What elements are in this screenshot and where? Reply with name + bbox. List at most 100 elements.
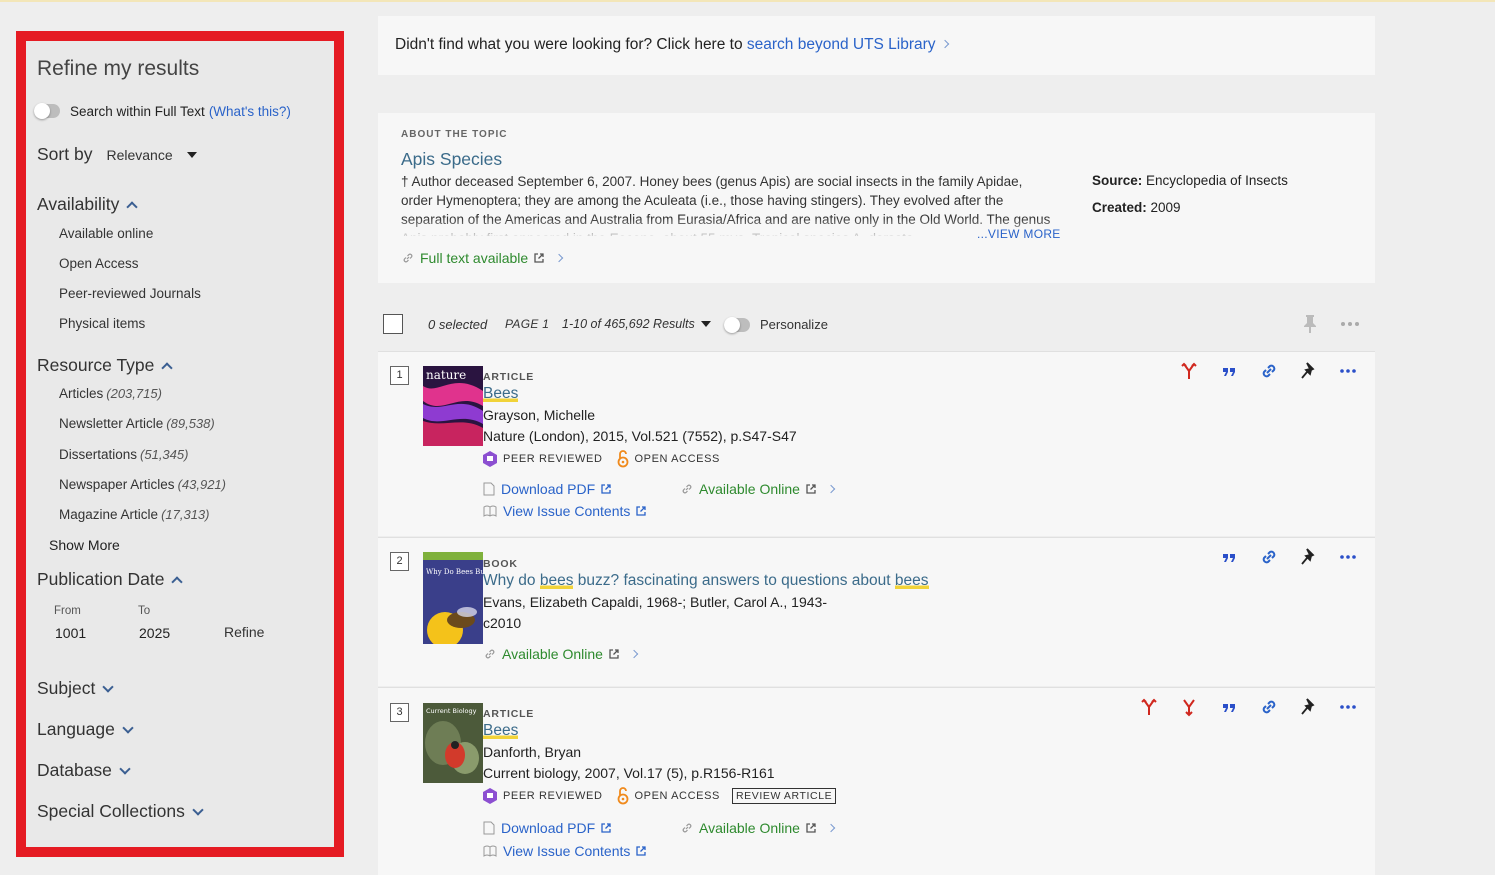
refine-button[interactable]: Refine (224, 624, 264, 640)
cover-image[interactable]: Why Do Bees Buzz? (423, 552, 483, 644)
more-options-icon[interactable] (1341, 321, 1359, 327)
facet-item-articles[interactable]: Articles (203,715) (59, 386, 162, 401)
topic-full-text-link[interactable]: Full text available (402, 250, 564, 266)
external-link-icon (806, 823, 816, 833)
chevron-down-icon (192, 803, 204, 816)
search-beyond-link[interactable]: search beyond UTS Library (747, 36, 936, 53)
sort-by-value[interactable]: Relevance (106, 147, 172, 163)
result-number: 1 (390, 366, 409, 385)
facet-item-peer-reviewed[interactable]: Peer-reviewed Journals (59, 286, 201, 301)
link-icon (682, 484, 692, 494)
search-beyond-banner: Didn't find what you were looking for? C… (378, 16, 1375, 75)
fulltext-toggle[interactable] (34, 103, 60, 119)
citation-trail-icon[interactable] (1179, 361, 1199, 381)
cited-by-icon[interactable] (1179, 697, 1199, 717)
external-link-icon (534, 253, 544, 263)
facet-language[interactable]: Language (37, 719, 134, 740)
pin-icon[interactable] (1303, 314, 1317, 334)
peer-reviewed-label: PEER REVIEWED (503, 790, 603, 802)
book-icon (483, 845, 497, 857)
select-all-checkbox[interactable] (383, 314, 403, 334)
external-link-icon (601, 484, 611, 494)
facet-item-newspaper-articles[interactable]: Newspaper Articles (43,921) (59, 477, 226, 492)
whats-this-link[interactable]: (What's this?) (209, 104, 291, 119)
result-source: Nature (London), 2015, Vol.521 (7552), p… (483, 428, 797, 444)
result-number: 2 (390, 552, 409, 571)
show-more-button[interactable]: Show More (49, 537, 120, 553)
available-online-link[interactable]: Available Online (681, 820, 836, 836)
peer-reviewed-icon (483, 788, 497, 804)
topic-title[interactable]: Apis Species (401, 149, 502, 170)
facet-publication-date[interactable]: Publication Date (37, 569, 184, 590)
cover-image[interactable]: Current Biology (423, 703, 483, 783)
svg-text:nature: nature (426, 368, 466, 382)
facet-special-collections[interactable]: Special Collections (37, 801, 204, 822)
more-options-icon[interactable] (1338, 697, 1358, 717)
facet-resource-type[interactable]: Resource Type (37, 355, 174, 376)
available-online-link[interactable]: Available Online (484, 646, 639, 662)
permalink-icon[interactable] (1259, 547, 1279, 567)
citation-trail-icon[interactable] (1139, 697, 1159, 717)
permalink-icon[interactable] (1259, 361, 1279, 381)
fulltext-toggle-row[interactable]: Search within Full Text (What's this?) (34, 101, 291, 121)
result-title[interactable]: Bees (483, 385, 519, 403)
personalize-toggle-row[interactable]: Personalize (724, 316, 828, 333)
date-to-input[interactable]: 2025 (139, 625, 170, 641)
topic-created: Created: 2009 (1092, 200, 1181, 215)
view-more-link[interactable]: ...VIEW MORE (977, 227, 1061, 241)
search-beyond-text: Didn't find what you were looking for? C… (395, 36, 747, 53)
facet-item-physical-items[interactable]: Physical items (59, 316, 145, 331)
pin-icon[interactable] (1299, 697, 1319, 717)
topic-full-text-label: Full text available (420, 250, 529, 266)
caret-down-icon[interactable] (701, 321, 711, 327)
quote-icon[interactable] (1219, 547, 1239, 567)
facet-availability[interactable]: Availability (37, 194, 139, 215)
peer-reviewed-label: PEER REVIEWED (503, 453, 603, 465)
date-from-input[interactable]: 1001 (55, 625, 86, 641)
external-link-icon (601, 823, 611, 833)
permalink-icon[interactable] (1259, 697, 1279, 717)
download-pdf-link[interactable]: Download PDF (483, 481, 612, 497)
more-options-icon[interactable] (1338, 547, 1358, 567)
quote-icon[interactable] (1219, 361, 1239, 381)
cover-image[interactable]: nature (423, 366, 483, 446)
facet-item-available-online[interactable]: Available online (59, 226, 153, 241)
pdf-file-icon (483, 482, 495, 496)
sort-by[interactable]: Sort by Relevance (37, 144, 197, 165)
more-options-icon[interactable] (1338, 361, 1358, 381)
facet-publication-date-label: Publication Date (37, 569, 165, 589)
chevron-right-icon[interactable] (940, 39, 949, 49)
facet-subject[interactable]: Subject (37, 678, 115, 699)
svg-text:Current Biology: Current Biology (426, 707, 477, 715)
result-title[interactable]: Bees (483, 722, 519, 740)
caret-down-icon[interactable] (186, 151, 197, 158)
pin-icon[interactable] (1299, 547, 1319, 567)
about-topic-panel: ABOUT THE TOPIC Apis Species † Author de… (378, 113, 1375, 283)
available-online-link[interactable]: Available Online (681, 481, 836, 497)
link-icon (682, 823, 692, 833)
view-issue-contents-link[interactable]: View Issue Contents (483, 843, 647, 859)
sort-by-label: Sort by (37, 144, 93, 164)
result-type: ARTICLE (483, 371, 535, 383)
facet-database-label: Database (37, 760, 112, 780)
facet-availability-label: Availability (37, 194, 120, 214)
refine-sidebar: Refine my results Search within Full Tex… (16, 31, 344, 857)
external-link-icon (636, 506, 647, 516)
pin-icon[interactable] (1299, 361, 1319, 381)
view-issue-contents-link[interactable]: View Issue Contents (483, 503, 647, 519)
download-pdf-link[interactable]: Download PDF (483, 820, 612, 836)
chevron-right-icon (826, 823, 836, 833)
result-badges: PEER REVIEWED OPEN ACCESS REVIEW ARTICLE (483, 787, 837, 805)
external-link-icon (806, 484, 816, 494)
personalize-toggle[interactable] (724, 316, 750, 333)
facet-database[interactable]: Database (37, 760, 131, 781)
result-title[interactable]: Why do bees buzz? fascinating answers to… (483, 572, 929, 590)
facet-item-magazine-article[interactable]: Magazine Article (17,313) (59, 507, 209, 522)
topic-source: Source: Encyclopedia of Insects (1092, 173, 1288, 188)
quote-icon[interactable] (1219, 697, 1239, 717)
results-range[interactable]: 1-10 of 465,692 Results (562, 317, 695, 331)
facet-item-open-access[interactable]: Open Access (59, 256, 139, 271)
facet-item-dissertations[interactable]: Dissertations (51,345) (59, 447, 188, 462)
facet-item-newsletter-article[interactable]: Newsletter Article (89,538) (59, 416, 215, 431)
open-access-label: OPEN ACCESS (634, 790, 720, 802)
